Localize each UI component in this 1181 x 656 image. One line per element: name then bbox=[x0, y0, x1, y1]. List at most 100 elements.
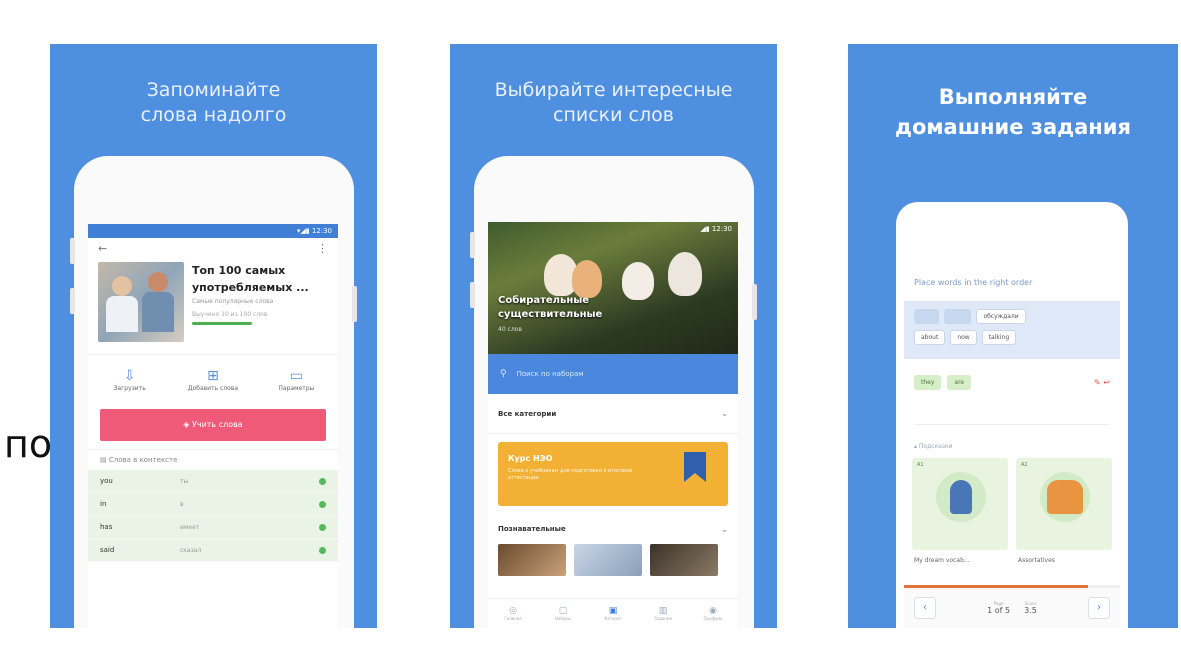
card-caption: Assortatives bbox=[1018, 557, 1055, 564]
collection-thumbnail[interactable] bbox=[650, 544, 718, 576]
word-row[interactable]: has имеет bbox=[88, 516, 338, 539]
nav-home[interactable]: ◎ Главная bbox=[489, 606, 537, 621]
word-chip[interactable]: обсуждали bbox=[976, 309, 1026, 324]
card-caption: My dream vocab... bbox=[914, 557, 970, 564]
phone-side-button bbox=[70, 288, 75, 314]
collection-title: Собирательные существительные bbox=[498, 295, 603, 320]
hint-label: ▴ Подсказки bbox=[914, 443, 953, 450]
tasks-icon: ▥ bbox=[658, 606, 668, 616]
word-translation: ты bbox=[180, 477, 189, 485]
word-chip[interactable]: now bbox=[950, 330, 977, 345]
promo-card-lists: Выбирайте интересные списки слов ◢▮ 12:3… bbox=[450, 44, 777, 628]
profile-icon: ◉ bbox=[709, 606, 717, 616]
promo-title-line: Выполняйте bbox=[938, 85, 1088, 109]
word-chip[interactable]: talking bbox=[981, 330, 1017, 345]
promo-title: Выполняйте домашние задания bbox=[848, 82, 1178, 142]
word-chip-used: you bbox=[914, 309, 940, 324]
course-title: употребляемых ... bbox=[192, 281, 309, 294]
word-row[interactable]: you ты bbox=[88, 470, 338, 493]
answer-chip[interactable]: they bbox=[914, 375, 942, 390]
answer-area: they are ✎ ↩ bbox=[904, 365, 1120, 400]
promo-title-line: списки слов bbox=[553, 104, 674, 126]
status-bar: ◢▮ 12:30 bbox=[700, 225, 732, 233]
promo-banner[interactable]: Курс НЭО Слова к учебникам для подготовк… bbox=[498, 442, 728, 506]
add-words-icon: ⊞ bbox=[207, 368, 219, 384]
options-icon: ▭ bbox=[289, 368, 303, 384]
prev-page-button[interactable]: ‹ bbox=[914, 597, 936, 619]
hint-card[interactable]: A2 Assortatives bbox=[1016, 458, 1112, 564]
phone-side-button bbox=[752, 284, 757, 320]
word-translation: сказал bbox=[180, 546, 202, 554]
card-level: A1 bbox=[917, 462, 924, 468]
word-bank: you they обсуждали about now talking bbox=[904, 301, 1120, 359]
add-words-button[interactable]: ⊞ Добавить слова bbox=[183, 367, 243, 393]
section-all-categories[interactable]: Все категории ⌄ bbox=[488, 394, 738, 434]
learned-dot-icon bbox=[319, 546, 326, 554]
phone-screen: ◢▮ 12:30 Собирательные существительные 4… bbox=[488, 222, 738, 628]
word-row[interactable]: in в bbox=[88, 493, 338, 516]
promo-title-line: домашние задания bbox=[894, 115, 1131, 139]
next-page-button[interactable]: › bbox=[1088, 597, 1110, 619]
learn-words-label: Учить слова bbox=[191, 420, 243, 429]
hint-card[interactable]: A1 My dream vocab... bbox=[912, 458, 1008, 564]
promo-title: Выбирайте интересные списки слов bbox=[450, 78, 777, 128]
search-bar[interactable]: ⚲ Поиск по наборам bbox=[488, 354, 738, 394]
back-arrow-icon[interactable]: ← bbox=[98, 242, 107, 255]
chef-illustration-icon bbox=[950, 480, 972, 514]
status-time: 12:30 bbox=[711, 225, 732, 233]
promo-card-remember: Запоминайте слова надолго ▾◢▮ 12:30 ← ⋮ … bbox=[50, 44, 377, 628]
word-text: has bbox=[100, 523, 113, 531]
collection-thumbnails bbox=[488, 544, 738, 576]
learn-words-button[interactable]: ◈ Учить слова bbox=[100, 409, 326, 441]
learned-dot-icon bbox=[319, 477, 326, 485]
phone-screen: Place words in the right order you they … bbox=[904, 252, 1120, 628]
course-meta: Выучено 10 из 100 слов bbox=[192, 311, 268, 318]
banner-subtitle: Слова к учебникам для подготовки к итого… bbox=[508, 468, 633, 481]
section-title: Познавательные bbox=[498, 525, 566, 533]
context-icon: ▤ bbox=[100, 456, 109, 464]
word-chips-row: you they обсуждали bbox=[914, 309, 1110, 324]
word-row[interactable]: said сказал bbox=[88, 539, 338, 562]
pager-info: Page 1 of 5 Score 3.5 bbox=[987, 601, 1037, 615]
promo-title-line: слова надолго bbox=[140, 104, 287, 126]
word-chip[interactable]: about bbox=[914, 330, 946, 345]
word-chips-row: about now talking bbox=[914, 330, 1110, 345]
learned-dot-icon bbox=[319, 500, 326, 508]
promo-title: Запоминайте слова надолго bbox=[50, 78, 377, 128]
nav-profile[interactable]: ◉ Профиль bbox=[689, 606, 737, 621]
more-vert-icon[interactable]: ⋮ bbox=[317, 242, 328, 255]
lists-icon: ▢ bbox=[558, 606, 568, 616]
download-button[interactable]: ⇩ Загрузить bbox=[100, 367, 160, 393]
phone-side-button bbox=[70, 238, 75, 264]
pager: ‹ Page 1 of 5 Score 3.5 › bbox=[904, 588, 1120, 628]
action-label: Параметры bbox=[278, 385, 315, 392]
nav-tasks[interactable]: ▥ Задания bbox=[639, 606, 687, 621]
catalog-icon: ▣ bbox=[608, 606, 618, 616]
collection-hero-image: ◢▮ 12:30 Собирательные существительные 4… bbox=[488, 222, 738, 354]
edit-tools-icon[interactable]: ✎ ↩ bbox=[1094, 378, 1110, 387]
kitten-image bbox=[668, 252, 702, 296]
side-text: по bbox=[4, 422, 53, 466]
status-time: 12:30 bbox=[311, 227, 332, 235]
collection-meta: 40 слов bbox=[498, 326, 522, 333]
score-indicator: Score 3.5 bbox=[1024, 601, 1037, 615]
promo-title-line: Выбирайте интересные bbox=[494, 79, 733, 101]
answer-chip[interactable]: are bbox=[947, 375, 972, 390]
section-popular[interactable]: Познавательные ⌄ bbox=[488, 514, 738, 544]
kids-illustration-icon bbox=[1047, 480, 1083, 514]
options-button[interactable]: ▭ Параметры bbox=[266, 367, 326, 393]
word-text: you bbox=[100, 477, 113, 485]
collection-thumbnail[interactable] bbox=[498, 544, 566, 576]
bottom-navigation: ◎ Главная ▢ Наборы ▣ Каталог ▥ Задания ◉ Проф… bbox=[488, 598, 738, 628]
course-title: Топ 100 самых bbox=[192, 264, 286, 277]
nav-lists[interactable]: ▢ Наборы bbox=[539, 606, 587, 621]
status-icons: ▾◢▮ bbox=[296, 227, 312, 235]
toolbar: ← ⋮ bbox=[88, 238, 338, 258]
promo-title-line: Запоминайте bbox=[146, 79, 281, 101]
page-indicator: Page 1 of 5 bbox=[987, 601, 1011, 615]
word-text: in bbox=[100, 500, 107, 508]
chevron-down-icon: ⌄ bbox=[721, 409, 728, 418]
nav-catalog[interactable]: ▣ Каталог bbox=[589, 606, 637, 621]
collection-thumbnail[interactable] bbox=[574, 544, 642, 576]
course-actions: ⇩ Загрузить ⊞ Добавить слова ▭ Параметры bbox=[88, 354, 338, 401]
